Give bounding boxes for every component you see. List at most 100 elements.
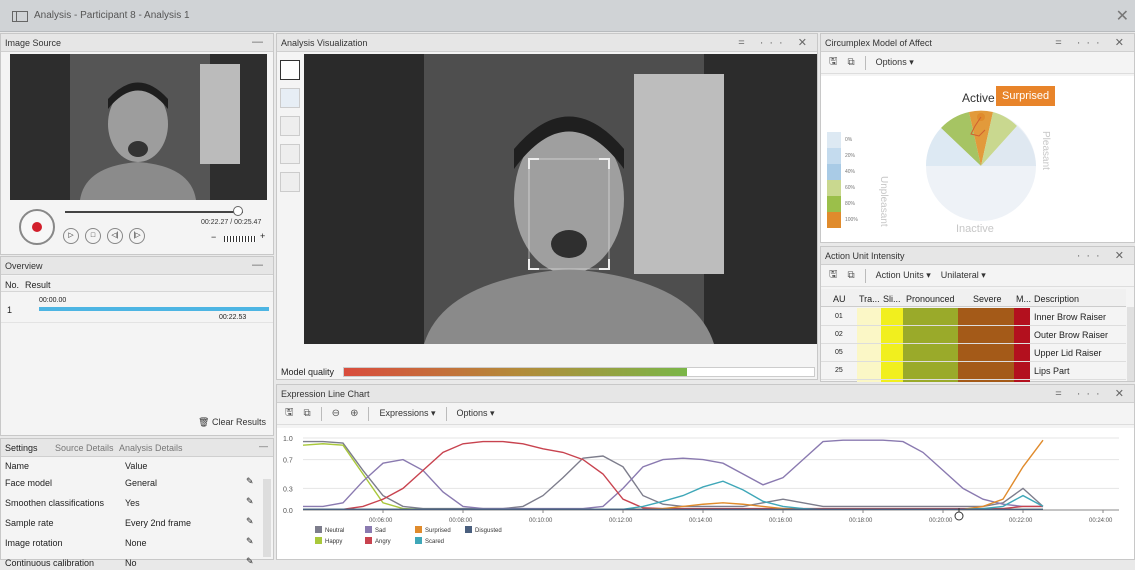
save-icon[interactable]: 🖫 [829,267,838,284]
legend-swatch [465,526,472,533]
save-icon[interactable]: 🖫 [285,405,294,422]
analysis-visualization-header: Analysis Visualization = ··· ✕ [277,34,817,52]
minimize-icon[interactable]: — [252,259,269,271]
overview-title: Overview [5,261,43,271]
zoom-in-icon[interactable]: ⊕ [350,408,358,419]
settings-row[interactable]: Face model General ✎ [1,476,263,490]
setting-name: Sample rate [5,518,54,528]
next-frame-button[interactable]: |▷ [129,228,145,244]
overview-header: Overview — [1,257,273,275]
expression-line-chart: 1.0 0.7 0.3 0.0 00:06:00 00:08:00 00:10:00 00:1… [283,436,1119,545]
seek-handle[interactable] [233,206,243,216]
action-unit-panel: Action Unit Intensity ··· ✕ 🖫 ⧉ Action Un… [820,246,1135,382]
panel-window-buttons[interactable]: = ··· ✕ [1055,36,1130,49]
landmarks-tool[interactable] [280,116,300,136]
copy-icon[interactable]: ⧉ [304,408,311,419]
table-row[interactable]: 1 00:00.00 00:22.53 [1,293,273,323]
close-icon[interactable]: ✕ [1116,6,1129,26]
analysis-visualization-panel: Analysis Visualization = ··· ✕ Model qual… [276,33,818,380]
options-label: Options [875,57,907,67]
trash-icon: 🗑 [198,417,210,427]
previous-frame-button[interactable]: ◁| [107,228,123,244]
toolbar-separator [368,406,370,421]
x-tick-label: 00:14:00 [689,518,713,524]
action-unit-scrollbar[interactable] [1127,307,1134,381]
overview-panel: Overview — No. Result 1 00:00.00 00:22.53… [0,256,274,436]
action-units-menu[interactable]: Action Units ▾ [876,270,931,281]
legend-swatch [365,537,372,544]
x-tick-label: 00:06:00 [369,518,393,524]
panel-window-buttons[interactable]: = ··· ✕ [1055,387,1130,400]
face-box-tool[interactable] [280,60,300,80]
au-description: Outer Brow Raiser [1034,330,1109,340]
setting-value: Every 2nd frame [125,518,192,528]
y-tick-label: 0.3 [283,486,293,493]
legend-label: 80% [845,201,856,207]
x-tick-label: 00:10:00 [529,518,553,524]
legend-swatch [827,196,841,212]
mesh-tool[interactable] [280,88,300,108]
settings-row[interactable]: Sample rate Every 2nd frame ✎ [1,516,263,530]
zoom-in-button[interactable]: + [260,231,265,241]
settings-row[interactable]: Image rotation None ✎ [1,536,263,550]
circumplex-wheel [925,110,1036,221]
zoom-out-button[interactable]: − [211,232,216,242]
minimize-icon[interactable]: — [259,441,268,451]
options-menu[interactable]: Options ▾ [457,408,495,419]
record-button[interactable] [19,209,55,245]
table-row[interactable]: 05 Upper Lid Raiser [821,344,1126,362]
x-tick-label: 00:08:00 [449,518,473,524]
expression-chart-panel: Expression Line Chart = ··· ✕ 🖫 ⧉ ⊖ ⊕ Exp… [276,384,1135,560]
options-menu[interactable]: Options ▾ [876,57,914,68]
unilateral-menu[interactable]: Unilateral ▾ [941,270,986,281]
action-unit-rows: 01 Inner Brow Raiser 02 Outer Brow Raiser … [821,308,1126,382]
zoom-slider[interactable] [224,236,256,242]
edit-icon[interactable]: ✎ [246,476,254,487]
playback-seek-bar[interactable] [65,211,243,213]
analysis-visualization-title: Analysis Visualization [281,38,368,48]
settings-row[interactable]: Continuous calibration No ✎ [1,556,263,570]
play-button[interactable]: ▷ [63,228,79,244]
corners-tool[interactable] [280,172,300,192]
tab-analysis-details[interactable]: Analysis Details [119,443,183,453]
tab-source-details[interactable]: Source Details [55,443,114,453]
active-axis-label: Active [962,91,995,105]
minimize-icon[interactable]: — [252,36,269,48]
save-icon[interactable]: 🖫 [829,54,838,71]
action-unit-title: Action Unit Intensity [825,251,905,261]
edit-icon[interactable]: ✎ [246,536,254,547]
edit-icon[interactable]: ✎ [246,496,254,507]
au-code: 01 [835,313,843,320]
expressions-menu[interactable]: Expressions ▾ [379,408,435,419]
x-tick-label: 00:20:00 [929,518,953,524]
table-row[interactable]: 01 Inner Brow Raiser [821,308,1126,326]
legend-swatch [315,526,322,533]
window-titlebar: Analysis - Participant 8 - Analysis 1 ✕ [0,0,1135,32]
column-no: No. [5,280,20,290]
zoom-out-icon[interactable]: ⊖ [332,408,340,419]
edit-icon[interactable]: ✎ [246,516,254,527]
row-start-time: 00:00.00 [39,297,67,304]
edit-icon[interactable]: ✎ [246,556,254,567]
copy-icon[interactable]: ⧉ [848,270,855,281]
result-bar [39,307,269,311]
unpleasant-axis-label: Unpleasant [878,176,889,227]
x-tick-label: 00:24:00 [1089,518,1113,524]
clear-results-button[interactable]: 🗑 Clear Results [198,417,266,428]
table-row[interactable]: 02 Outer Brow Raiser [821,326,1126,344]
toolbar-separator [864,55,866,70]
table-row[interactable]: 25 Lips Part [821,362,1126,380]
panel-window-buttons[interactable]: = ··· ✕ [738,36,813,49]
stop-button[interactable]: □ [85,228,101,244]
tab-settings[interactable]: Settings [5,443,38,453]
action-units-label: Action Units [875,270,924,280]
panel-window-buttons[interactable]: ··· ✕ [1077,249,1130,262]
options-label: Options [456,408,488,418]
row-end-time: 00:22.53 [219,314,247,321]
settings-scrollbar[interactable] [263,479,271,557]
copy-icon[interactable]: ⧉ [848,57,855,68]
settings-row[interactable]: Smoothen classifications Yes ✎ [1,496,263,510]
visualization-tools [280,60,300,200]
gaze-tool[interactable] [280,144,300,164]
circumplex-toolbar: 🖫 ⧉ Options ▾ [821,52,1134,74]
